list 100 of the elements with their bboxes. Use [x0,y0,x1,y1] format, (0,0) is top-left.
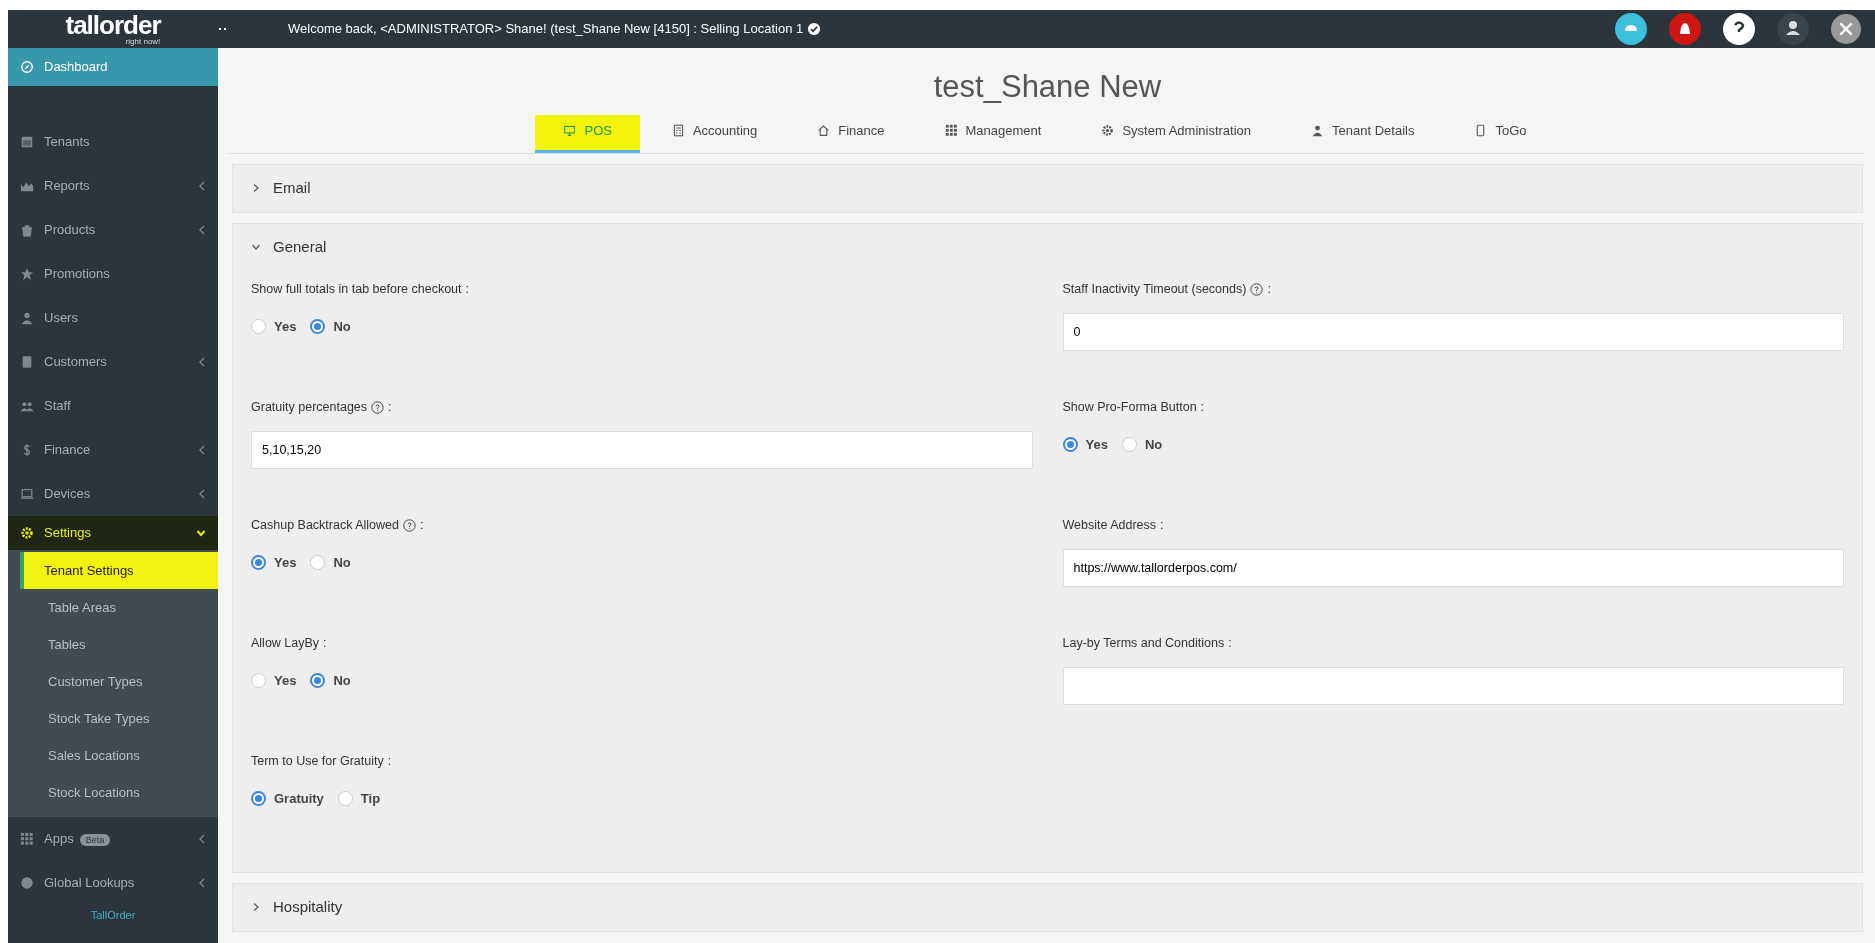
tab[interactable]: Accounting [643,114,786,153]
sidebar-item[interactable]: Finance [8,428,218,472]
logo[interactable]: tallorder [65,12,161,38]
sidebar-item[interactable]: Devices [8,472,218,516]
submenu-item[interactable]: Stock Locations [20,774,218,811]
text-field[interactable]: https://www.tallorderpos.com/ [1062,548,1844,587]
footer-text: TallOrder [89,908,137,923]
chevron-left-icon [198,489,206,499]
grid-icon [944,123,958,137]
user-icon [1311,123,1325,137]
sidebar-item[interactable]: Tenants [8,120,218,164]
page-title: test_Shane New [932,68,1163,106]
radio-option[interactable]: Yes [251,552,297,573]
settings-icon [20,526,34,540]
laptop-icon [20,487,34,501]
monitor-icon [563,123,577,137]
submenu-item[interactable]: Customer Types [20,663,218,700]
colon: : [1200,399,1205,416]
radio-option[interactable]: No [310,552,351,573]
radio-option[interactable]: No [310,316,351,337]
panel-header[interactable]: Email [233,165,1862,212]
chevron-left-icon [198,445,206,455]
colon: : [1267,281,1271,298]
check-circle-icon [807,22,822,36]
bell-icon [1669,13,1701,45]
group-icon [20,399,34,413]
chevron-left-icon [198,834,206,844]
colon: : [1160,517,1164,534]
help-icon [371,400,385,414]
logo-tagline: right now! [125,38,161,46]
close-icon [1831,14,1861,44]
field-label: Show full totals in tab before checkout [251,281,462,298]
submenu-item[interactable]: Stock Take Types [20,700,218,737]
colon: : [420,517,424,534]
user-icon [1777,13,1809,45]
text-field[interactable] [1062,666,1844,705]
help-icon [1250,282,1264,296]
field-label: Show Pro-Forma Button [1062,399,1197,416]
sidebar-item[interactable]: Settings [8,516,218,550]
radio-option[interactable]: Yes [251,670,297,691]
tab[interactable]: System Administration [1073,114,1280,153]
help-icon [403,518,416,532]
panel-header[interactable]: Hospitality [233,884,1862,931]
user-icon [20,311,34,325]
colon: : [387,753,392,770]
tab[interactable]: Finance [789,114,913,153]
field-label: Cashup Backtrack Allowed [251,517,399,534]
chevron-left-icon [198,225,206,235]
tab[interactable]: Tenant Details [1283,114,1443,153]
submenu-item[interactable]: Tenant Settings [20,552,218,589]
home-icon [817,123,831,137]
sidebar-item[interactable]: Products [8,208,218,252]
sidebar-label: Apps [44,831,74,847]
calendar-icon [20,135,34,149]
submenu-item[interactable]: Sales Locations [20,737,218,774]
chevron-left-icon [198,357,206,367]
field-label: Term to Use for Gratuity [251,753,384,770]
star-icon [20,267,34,281]
radio-option[interactable]: Tip [337,788,381,809]
field-label: Allow LayBy [251,635,320,652]
radio-option[interactable]: Gratuity [251,788,324,809]
field-label: Gratuity percentages [251,399,368,416]
submenu-item[interactable]: Table Areas [20,589,218,626]
radio-option[interactable]: Yes [1062,434,1108,455]
field-label: Staff Inactivity Timeout (seconds) [1062,281,1247,298]
radio-option[interactable]: No [1121,434,1163,455]
field-label: Website Address [1062,517,1157,534]
text-field[interactable]: 0 [1062,312,1844,351]
grid-icon [20,832,34,846]
chevron-left-icon [198,878,206,888]
beta-badge: Beta [79,834,111,847]
colon: : [323,635,327,652]
sidebar-item[interactable]: Promotions [8,252,218,296]
sidebar-item[interactable]: Users [8,296,218,340]
welcome-text: Welcome back, <ADMINISTRATOR> Shane! (test_Shane New [4150] : Selling Location 1 [288,20,804,39]
sidebar-item[interactable]: Customers [8,340,218,384]
chevron-down-icon [196,528,206,538]
chevron-left-icon [198,181,206,191]
cloud-icon [1615,13,1647,45]
sidebar-item[interactable]: Global Lookups [8,861,218,905]
colon: : [1228,635,1232,652]
calculator-icon [671,123,685,137]
chevron-right-icon [251,902,261,913]
colon: : [465,281,470,298]
bag-icon [20,223,34,237]
panel-header[interactable]: General [233,223,1862,270]
compass-icon [20,60,34,74]
text-field[interactable]: 5,10,15,20 [251,430,1033,469]
radio-option[interactable]: No [310,670,351,691]
sidebar-item[interactable]: Reports [8,164,218,208]
sidebar-item[interactable]: Staff [8,384,218,428]
submenu-item[interactable]: Tables [20,626,218,663]
help-icon [1723,13,1755,45]
field-label: Lay-by Terms and Conditions [1062,635,1225,652]
tab[interactable]: ToGo [1446,114,1555,153]
colon: : [388,399,392,416]
tab[interactable]: Management [916,114,1070,153]
radio-option[interactable]: Yes [251,316,297,337]
sidebar-item[interactable]: Apps Beta [8,817,218,861]
chevron-right-icon [251,183,261,194]
